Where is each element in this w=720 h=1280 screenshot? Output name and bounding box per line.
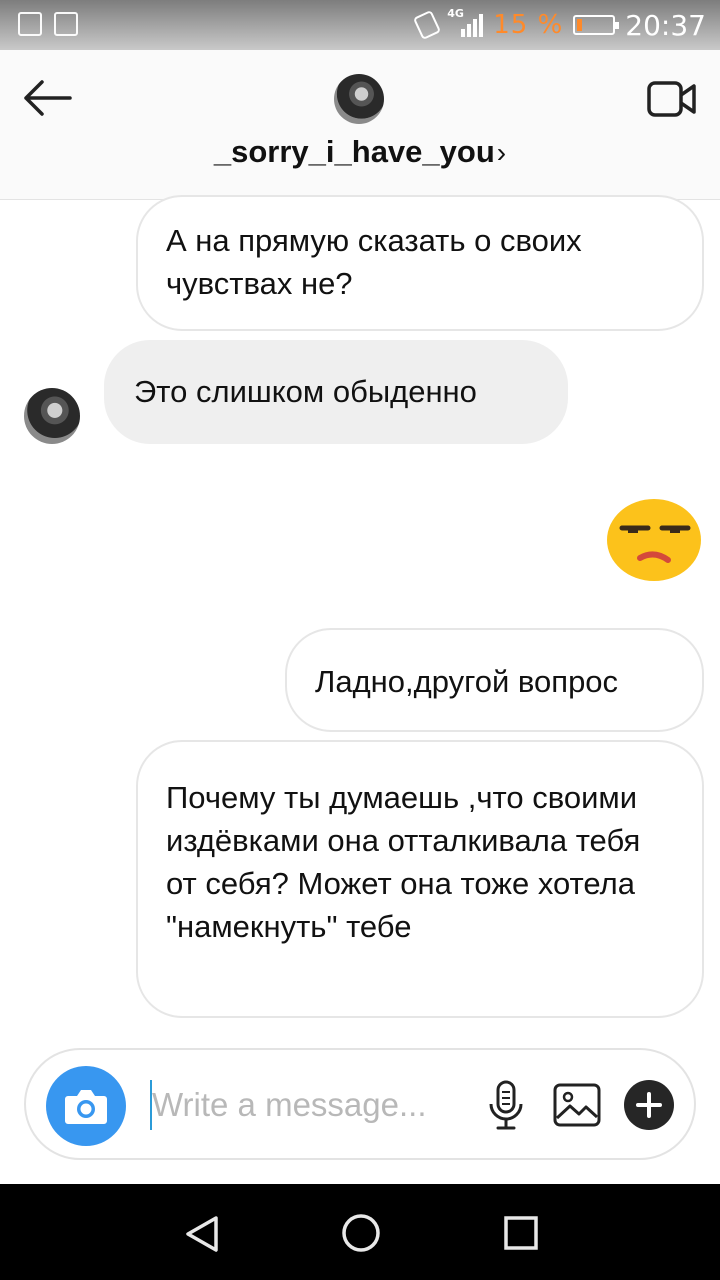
video-call-icon [647, 81, 696, 117]
profile-avatar[interactable] [334, 74, 384, 124]
camera-button[interactable] [46, 1066, 126, 1146]
message-bubble-outgoing[interactable]: Ладно,другой вопрос [285, 628, 704, 732]
back-button[interactable] [22, 78, 74, 118]
message-composer [24, 1048, 696, 1160]
username-link[interactable]: _sorry_i_have_you› [0, 134, 720, 170]
more-options-button[interactable] [624, 1080, 674, 1130]
battery-percent: 15 % [493, 10, 564, 40]
arrow-left-icon [24, 80, 72, 116]
screenshot-icon [54, 12, 78, 36]
nav-back-button[interactable] [180, 1212, 224, 1256]
plus-icon [636, 1092, 662, 1118]
unamused-face-emoji[interactable] [606, 498, 702, 582]
battery-icon [573, 15, 620, 35]
message-input[interactable] [152, 1076, 474, 1134]
back-triangle-icon [186, 1216, 218, 1252]
microphone-icon [489, 1080, 523, 1130]
system-nav-bar [0, 1184, 720, 1280]
nav-home-button[interactable] [338, 1210, 384, 1256]
message-bubble-outgoing[interactable]: А на прямую сказать о своих чувствах не? [136, 195, 704, 331]
status-bar: 4G 15 % 20:37 [0, 0, 720, 50]
image-gallery-icon [553, 1083, 601, 1127]
network-type: 4G [447, 7, 464, 20]
chevron-right-icon: › [496, 137, 507, 168]
username: _sorry_i_have_you [213, 134, 495, 169]
home-circle-icon [342, 1214, 380, 1252]
clock: 20:37 [625, 8, 706, 42]
message-bubble-incoming[interactable]: Это слишком обыденно [104, 340, 568, 444]
sender-avatar[interactable] [24, 388, 80, 444]
chat-header: _sorry_i_have_you› [0, 50, 720, 200]
camera-icon [65, 1090, 107, 1124]
notification-icon [18, 12, 42, 36]
vibrate-icon [413, 9, 442, 41]
gallery-button[interactable] [552, 1082, 602, 1128]
nav-recents-button[interactable] [502, 1214, 540, 1252]
video-call-button[interactable] [646, 80, 698, 118]
message-bubble-outgoing[interactable]: Почему ты думаешь ,что своими издёвками … [136, 740, 704, 1018]
recents-square-icon [504, 1216, 538, 1250]
signal-icon: 4G [447, 7, 484, 39]
voice-message-button[interactable] [486, 1080, 526, 1132]
